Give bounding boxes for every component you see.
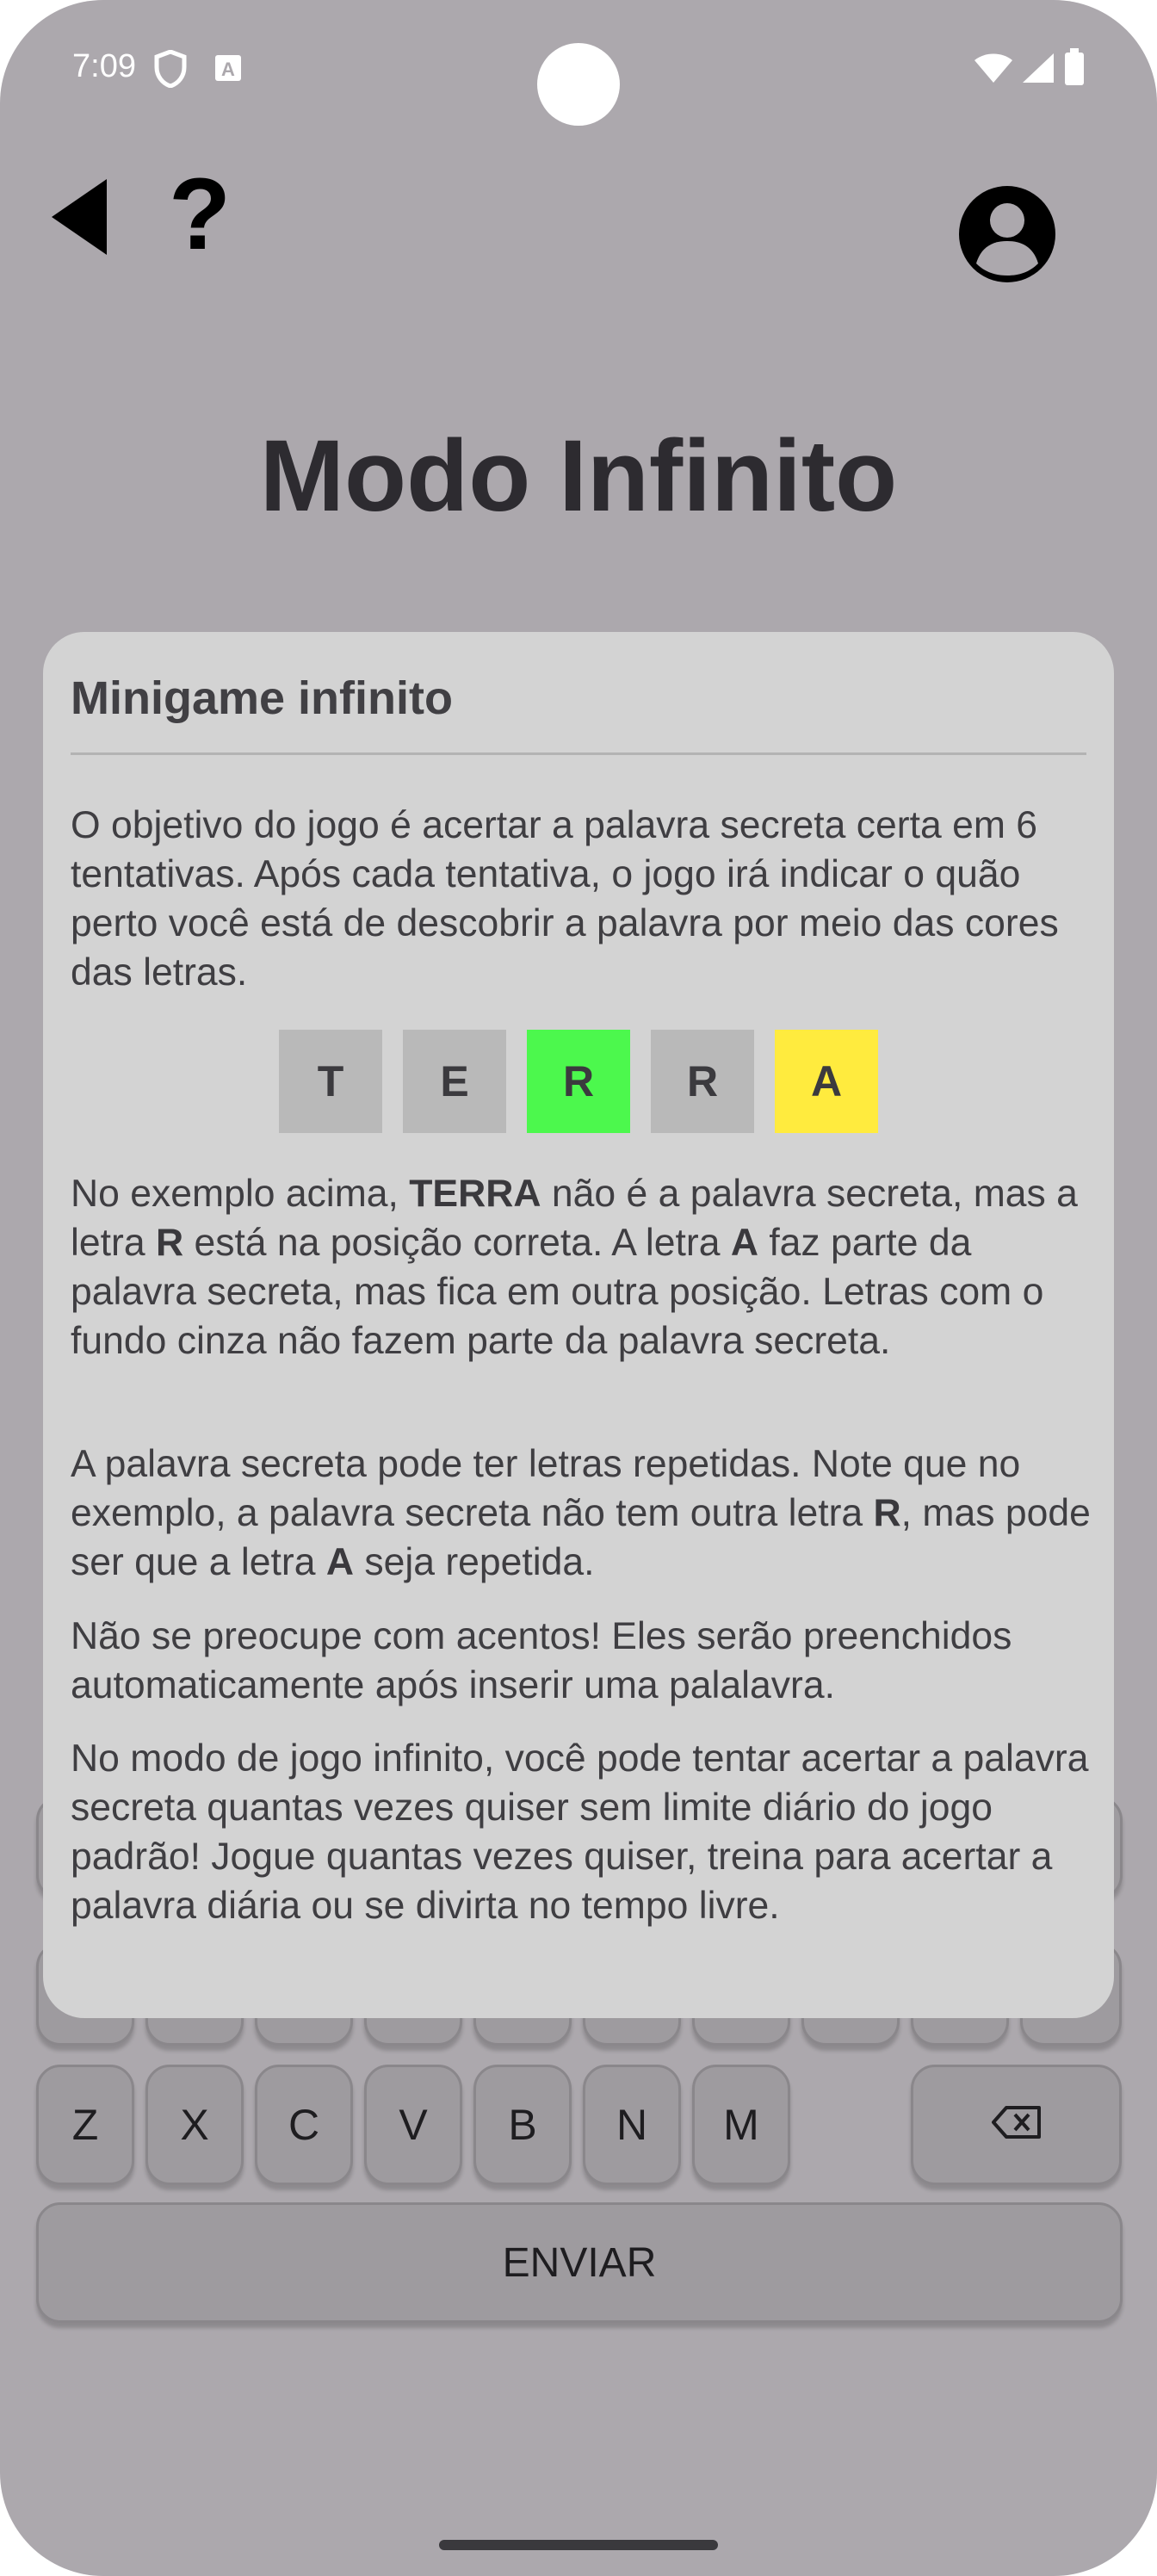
submit-button[interactable]: ENVIAR — [36, 2202, 1123, 2323]
backspace-icon — [991, 2100, 1043, 2150]
shield-icon — [153, 49, 188, 92]
camera-cutout — [537, 43, 620, 126]
explanation-text: No exemplo acima, TERRA não é a palavra … — [71, 1173, 1078, 1362]
signal-icon — [1021, 52, 1055, 89]
example-tile-correct: R — [527, 1030, 630, 1133]
example-tile-present: A — [775, 1030, 878, 1133]
key-x[interactable]: X — [145, 2065, 244, 2185]
example-tile: R — [651, 1030, 754, 1133]
example-tile: E — [403, 1030, 506, 1133]
key-c[interactable]: C — [255, 2065, 353, 2185]
key-v[interactable]: V — [364, 2065, 462, 2185]
key-m[interactable]: M — [692, 2065, 790, 2185]
home-indicator[interactable] — [439, 2540, 718, 2550]
app-screen: 7:09 A ? Modo Infinito Z X C V B N M ENV… — [0, 0, 1157, 2576]
instructions-dialog: Minigame infinito O objetivo do jogo é a… — [43, 632, 1114, 2018]
accents-text: Não se preocupe com acentos! Eles serão … — [71, 1615, 1012, 1706]
key-z[interactable]: Z — [36, 2065, 134, 2185]
repeated-letters-text: A palavra secreta pode ter letras repeti… — [71, 1443, 1091, 1583]
status-time: 7:09 — [72, 48, 136, 84]
backspace-key[interactable] — [911, 2065, 1122, 2185]
help-button[interactable]: ? — [169, 164, 231, 265]
font-notification-icon: A — [213, 53, 243, 87]
wifi-icon — [973, 52, 1014, 89]
key-n[interactable]: N — [583, 2065, 681, 2185]
dialog-divider — [71, 752, 1086, 755]
svg-text:A: A — [221, 59, 235, 80]
dialog-title: Minigame infinito — [71, 672, 453, 724]
intro-text: O objetivo do jogo é acertar a palavra s… — [71, 804, 1059, 994]
profile-icon[interactable] — [959, 186, 1055, 287]
battery-icon — [1064, 48, 1085, 90]
back-icon[interactable] — [48, 176, 110, 263]
infinite-mode-text: No modo de jogo infinito, você pode tent… — [71, 1737, 1089, 1927]
example-tile: T — [279, 1030, 382, 1133]
key-b[interactable]: B — [473, 2065, 572, 2185]
page-title: Modo Infinito — [259, 419, 898, 533]
